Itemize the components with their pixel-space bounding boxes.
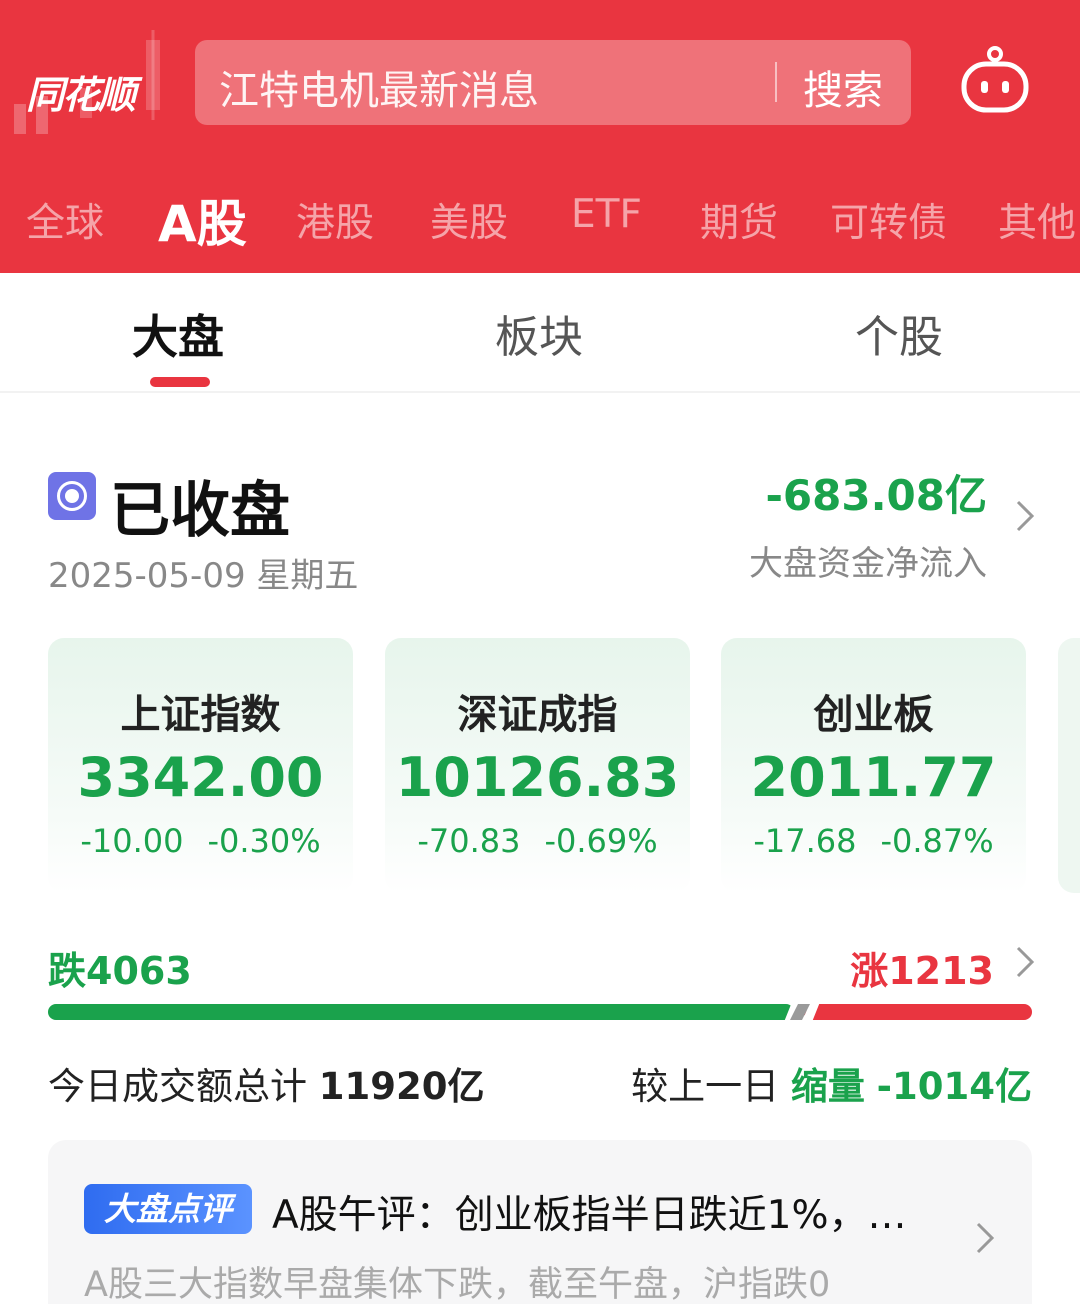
search-placeholder[interactable]: 江特电机最新消息 xyxy=(219,58,539,116)
compare-label: 较上一日 xyxy=(631,1065,780,1108)
turnover-summary: 今日成交额总计 11920亿 xyxy=(48,1056,485,1110)
turnover-value: 11920亿 xyxy=(318,1065,485,1108)
market-tab-etf[interactable]: ETF xyxy=(571,192,642,237)
market-tab-convertible[interactable]: 可转债 xyxy=(830,192,947,248)
index-name: 创业板 xyxy=(813,692,934,738)
market-tabs: 全球 A股 港股 美股 ETF 期货 可转债 其他 xyxy=(0,182,1080,253)
market-commentary-card[interactable]: 大盘点评 A股午评：创业板指半日跌近1%，… A股三大指数早盘集体下跌，截至午盘… xyxy=(48,1140,1032,1304)
fund-flow-chevron-right-icon[interactable] xyxy=(1010,496,1040,536)
index-change-row: -10.00 -0.30% xyxy=(48,822,353,860)
trade-date: 2025-05-09 星期五 xyxy=(48,556,359,596)
advance-decline-bar xyxy=(48,1002,1032,1022)
index-name: 上证指数 xyxy=(120,692,281,738)
robot-assistant-icon[interactable] xyxy=(958,46,1032,116)
compare-value: -1014亿 xyxy=(876,1065,1032,1108)
market-status: 已收盘 xyxy=(110,476,290,546)
market-tab-global[interactable]: 全球 xyxy=(26,192,104,248)
advance-bar-segment xyxy=(804,1004,1032,1020)
market-tab-other[interactable]: 其他 xyxy=(998,192,1076,248)
fund-flow-value[interactable]: -683.08亿 xyxy=(765,462,987,523)
tab-market-overview[interactable]: 大盘 xyxy=(132,301,224,367)
index-value: 10126.83 xyxy=(395,746,680,809)
app-logo[interactable]: 同花顺 xyxy=(10,30,180,140)
index-change: -70.83 xyxy=(417,822,521,860)
index-name: 深证成指 xyxy=(457,692,618,738)
market-tab-futures[interactable]: 期货 xyxy=(700,192,778,248)
market-tab-hk[interactable]: 港股 xyxy=(296,192,374,248)
market-closed-icon xyxy=(48,472,96,520)
turnover-compare: 较上一日 缩量 -1014亿 xyxy=(631,1056,1032,1110)
index-card-chinext[interactable]: 创业板 2011.77 -17.68 -0.87% xyxy=(721,638,1026,893)
search-divider xyxy=(775,62,777,102)
logo-text: 同花顺 xyxy=(26,73,136,117)
index-card-next-peek[interactable] xyxy=(1058,638,1080,893)
index-change: -10.00 xyxy=(80,822,184,860)
turnover-label: 今日成交额总计 xyxy=(48,1065,307,1108)
index-change: -17.68 xyxy=(753,822,857,860)
compare-state: 缩量 xyxy=(790,1065,865,1108)
index-value: 3342.00 xyxy=(77,746,324,809)
index-value: 2011.77 xyxy=(750,746,997,809)
index-change-pct: -0.87% xyxy=(880,822,994,860)
index-change-pct: -0.69% xyxy=(544,822,658,860)
news-chevron-right-icon[interactable] xyxy=(970,1218,1000,1258)
market-tab-a-shares[interactable]: A股 xyxy=(158,184,247,256)
news-title[interactable]: A股午评：创业板指半日跌近1%，… xyxy=(272,1184,932,1240)
index-card-shanghai[interactable]: 上证指数 3342.00 -10.00 -0.30% xyxy=(48,638,353,893)
app-header: 同花顺 江特电机最新消息 搜索 全球 A股 港股 美股 ETF 期货 可转债 其… xyxy=(0,0,1080,273)
tab-stocks[interactable]: 个股 xyxy=(855,301,943,365)
index-change-row: -70.83 -0.69% xyxy=(385,822,690,860)
news-snippet: A股三大指数早盘集体下跌，截至午盘，沪指跌0 xyxy=(84,1265,831,1304)
decline-bar-segment xyxy=(48,1004,794,1020)
fund-flow-label[interactable]: 大盘资金净流入 xyxy=(749,536,987,585)
sub-tabs: 大盘 板块 个股 xyxy=(0,273,1080,393)
index-change-row: -17.68 -0.87% xyxy=(721,822,1026,860)
market-tab-us[interactable]: 美股 xyxy=(430,192,508,248)
decline-count: 跌4063 xyxy=(48,949,192,993)
search-button[interactable]: 搜索 xyxy=(803,58,883,116)
tab-sectors[interactable]: 板块 xyxy=(495,301,583,365)
advance-count[interactable]: 涨1213 xyxy=(850,940,994,995)
index-change-pct: -0.30% xyxy=(207,822,321,860)
active-tab-indicator xyxy=(150,377,210,387)
search-bar[interactable]: 江特电机最新消息 搜索 xyxy=(195,40,911,125)
breadth-chevron-right-icon[interactable] xyxy=(1010,942,1040,982)
index-card-shenzhen[interactable]: 深证成指 10126.83 -70.83 -0.69% xyxy=(385,638,690,893)
commentary-badge: 大盘点评 xyxy=(84,1184,252,1234)
